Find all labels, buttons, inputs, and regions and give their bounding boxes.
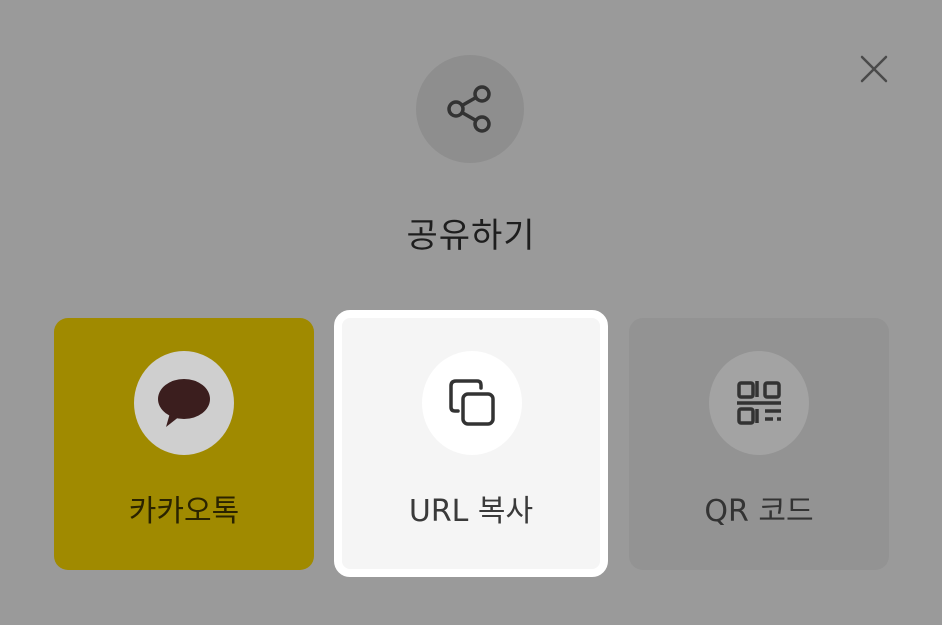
share-option-label: URL 복사 <box>408 494 534 529</box>
share-dialog: 공유하기 카카오톡 URL 복사 QR 코드 <box>0 0 942 625</box>
copy-icon <box>449 379 495 426</box>
dialog-title: 공유하기 <box>406 216 536 256</box>
qr-icon-badge <box>709 351 809 455</box>
kakao-icon-badge <box>134 351 234 455</box>
share-icon-badge <box>416 55 524 163</box>
close-icon <box>860 55 888 83</box>
share-option-label: 카카오톡 <box>128 494 240 529</box>
copy-icon-badge <box>422 351 522 455</box>
share-option-qr-code[interactable]: QR 코드 <box>629 318 889 570</box>
close-button[interactable] <box>852 47 896 91</box>
qr-code-icon <box>737 381 781 425</box>
share-option-label: QR 코드 <box>704 494 814 529</box>
speech-bubble-icon <box>158 379 210 427</box>
share-option-kakaotalk[interactable]: 카카오톡 <box>54 318 314 570</box>
share-icon <box>447 85 491 133</box>
share-option-url-copy[interactable]: URL 복사 <box>334 310 608 577</box>
